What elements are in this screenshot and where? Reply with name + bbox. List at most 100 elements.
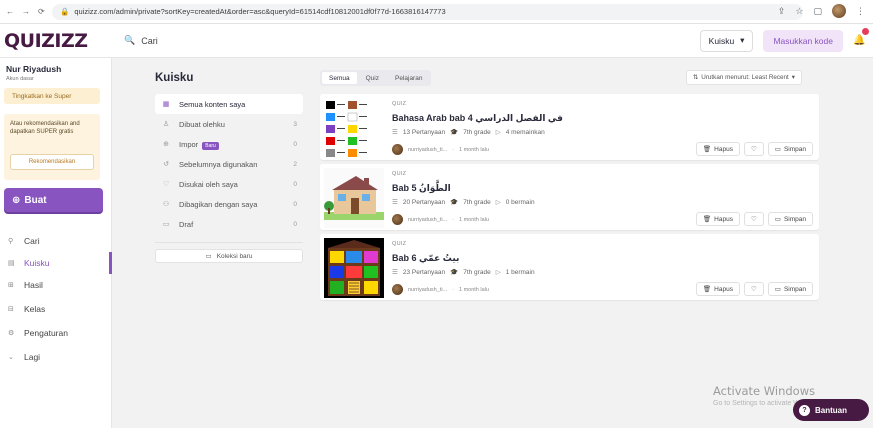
filter-import[interactable]: ⊕ Impor Baru 0: [155, 134, 303, 154]
author-name: nurriyadush_ti...: [408, 286, 448, 293]
browser-tools: ⇪ ☆ ▢ ⋮: [778, 4, 865, 18]
author-avatar: [392, 214, 403, 225]
filter-created-by-me[interactable]: ♙ Dibuat olehku 3: [155, 114, 303, 134]
delete-label: Hapus: [714, 145, 733, 153]
page-title: Kuisku: [155, 72, 194, 84]
new-collection-button[interactable]: ▭ Koleksi baru: [155, 249, 303, 263]
import-icon: ⊕: [163, 141, 169, 148]
delete-button[interactable]: 🗑 Hapus: [695, 142, 740, 156]
quiz-title[interactable]: Bab 5 الطَّوَانُ: [392, 183, 451, 194]
library-dropdown[interactable]: Kuisku ▾: [699, 29, 754, 52]
filter-liked-by-me[interactable]: ♡ Disukai oleh saya 0: [155, 174, 303, 194]
filter-label: Dibuat olehku: [179, 119, 225, 129]
save-button[interactable]: ▭ Simpan: [767, 212, 813, 226]
save-button[interactable]: ▭ Simpan: [767, 142, 813, 156]
sidebar-item-search[interactable]: ⚲ Cari: [0, 230, 112, 252]
filter-count: 0: [293, 180, 297, 188]
like-button[interactable]: ♡: [743, 142, 764, 156]
back-icon[interactable]: ←: [6, 7, 14, 16]
grade-level: 7th grade: [463, 128, 491, 136]
bell-icon[interactable]: 🔔: [853, 28, 873, 46]
enter-code-button[interactable]: Masukkan kode: [763, 29, 843, 52]
quiz-author: nurriyadush_ti... · 1 month lalu: [392, 284, 489, 295]
tab-lessons[interactable]: Pelajaran: [388, 72, 429, 84]
create-button[interactable]: ⊕ Buat: [4, 188, 103, 212]
gear-icon: ⚙: [8, 330, 15, 337]
sidebar-item-more[interactable]: ⌄ Lagi: [0, 346, 112, 368]
filter-count: 0: [293, 140, 297, 148]
save-button[interactable]: ▭ Simpan: [767, 282, 813, 296]
sort-dropdown[interactable]: ⇅ Urutkan menurut: Least Recent ▾: [686, 70, 802, 85]
search-bar[interactable]: 🔍 Cari: [112, 35, 700, 46]
share-icon[interactable]: ⇪: [778, 6, 786, 17]
lock-icon: 🔒: [60, 7, 70, 16]
filter-all-content[interactable]: ▦ Semua konten saya: [155, 94, 303, 114]
search-input[interactable]: Cari: [141, 36, 158, 46]
quizizz-logo[interactable]: QUIZIZZ: [0, 30, 112, 52]
question-count: 13 Pertanyaan: [402, 128, 446, 136]
quiz-thumbnail: [324, 98, 384, 158]
question-count: 20 Pertanyaan: [402, 198, 446, 206]
sidebar-item-results[interactable]: ⊞ Hasil: [0, 274, 112, 296]
sort-icon: ⇅: [693, 74, 699, 81]
content-type-tabs: Semua Quiz Pelajaran: [320, 70, 432, 86]
window-icon[interactable]: ▢: [813, 6, 822, 17]
filter-drafts[interactable]: ▭ Draf 0: [155, 214, 303, 234]
sidebar-item-label: Lagi: [24, 352, 41, 362]
filter-count: 2: [293, 160, 297, 168]
search-icon: ⚲: [8, 238, 14, 245]
quiz-time: 1 month lalu: [458, 286, 489, 293]
browser-toolbar: ← → ⟳ 🔒 quizizz.com/admin/private?sortKe…: [0, 0, 873, 24]
quiz-meta: ☰ 23 Pertanyaan 🎓 7th grade ▷ 1 bermain: [392, 268, 535, 277]
url-text: quizizz.com/admin/private?sortKey=create…: [74, 7, 446, 16]
help-button[interactable]: ? Bantuan: [793, 399, 869, 421]
plus-circle-icon: ⊕: [12, 194, 21, 206]
delete-button[interactable]: 🗑 Hapus: [695, 212, 740, 226]
quiz-card[interactable]: QUIZ Bab 6 بيتُ عمّي ☰ 23 Pertanyaan 🎓 7…: [320, 234, 819, 300]
app-header: QUIZIZZ 🔍 Cari Kuisku ▾ Masukkan kode 🔔: [0, 24, 873, 58]
quiz-title[interactable]: Bab 6 بيتُ عمّي: [392, 253, 459, 264]
profile-avatar[interactable]: [832, 4, 846, 18]
filter-label: Semua konten saya: [179, 99, 246, 109]
chevron-down-icon: ⌄: [8, 354, 14, 361]
like-button[interactable]: ♡: [743, 282, 764, 296]
play-count: 4 memainkan: [505, 128, 545, 136]
delete-label: Hapus: [714, 215, 733, 223]
quiz-meta: ☰ 13 Pertanyaan 🎓 7th grade ▷ 4 memainka…: [392, 128, 545, 137]
like-button[interactable]: ♡: [743, 212, 764, 226]
play-count: 1 bermain: [505, 268, 535, 276]
quiz-title[interactable]: Bahasa Arab bab 4 في الفصل الدراسي: [392, 113, 563, 124]
filter-previously-used[interactable]: ↺ Sebelumnya digunakan 2: [155, 154, 303, 174]
filter-count: 0: [293, 220, 297, 228]
author-name: nurriyadush_ti...: [408, 216, 448, 223]
recommend-button[interactable]: Rekomendasikan: [10, 154, 94, 170]
trash-icon: 🗑: [702, 286, 712, 293]
delete-button[interactable]: 🗑 Hapus: [695, 282, 740, 296]
reload-icon[interactable]: ⟳: [38, 7, 45, 16]
grade-cap-icon: 🎓: [450, 129, 459, 136]
filter-shared-with-me[interactable]: ⚇ Dibagikan dengan saya 0: [155, 194, 303, 214]
quiz-thumbnail: [324, 168, 384, 228]
folder-plus-icon: ▭: [205, 253, 212, 260]
more-icon[interactable]: ⋮: [856, 6, 865, 17]
tab-all[interactable]: Semua: [322, 72, 357, 84]
user-name: Nur Riyadush: [6, 64, 62, 74]
play-icon: ▷: [495, 129, 501, 136]
quiz-time: 1 month lalu: [458, 216, 489, 223]
sidebar-item-my-quizzes[interactable]: ▤ Kuisku: [0, 252, 112, 274]
forward-icon[interactable]: →: [22, 7, 30, 16]
quiz-card[interactable]: QUIZ Bab 5 الطَّوَانُ ☰ 20 Pertanyaan 🎓 …: [320, 164, 819, 230]
upgrade-button[interactable]: Tingkatkan ke Super: [4, 88, 100, 104]
grade-cap-icon: 🎓: [450, 269, 459, 276]
tab-quiz[interactable]: Quiz: [359, 72, 386, 84]
star-icon[interactable]: ☆: [795, 6, 803, 17]
sidebar-item-classes[interactable]: ⊟ Kelas: [0, 298, 112, 320]
filter-label-wrap: Impor Baru: [179, 140, 279, 150]
list-icon: ☰: [392, 129, 398, 136]
filter-label: Sebelumnya digunakan: [179, 159, 258, 169]
address-bar[interactable]: 🔒 quizizz.com/admin/private?sortKey=crea…: [52, 3, 803, 20]
separator-dot: ·: [452, 286, 454, 293]
grade-level: 7th grade: [463, 198, 491, 206]
sidebar-item-settings[interactable]: ⚙ Pengaturan: [0, 322, 112, 344]
quiz-card[interactable]: QUIZ Bahasa Arab bab 4 في الفصل الدراسي …: [320, 94, 819, 160]
